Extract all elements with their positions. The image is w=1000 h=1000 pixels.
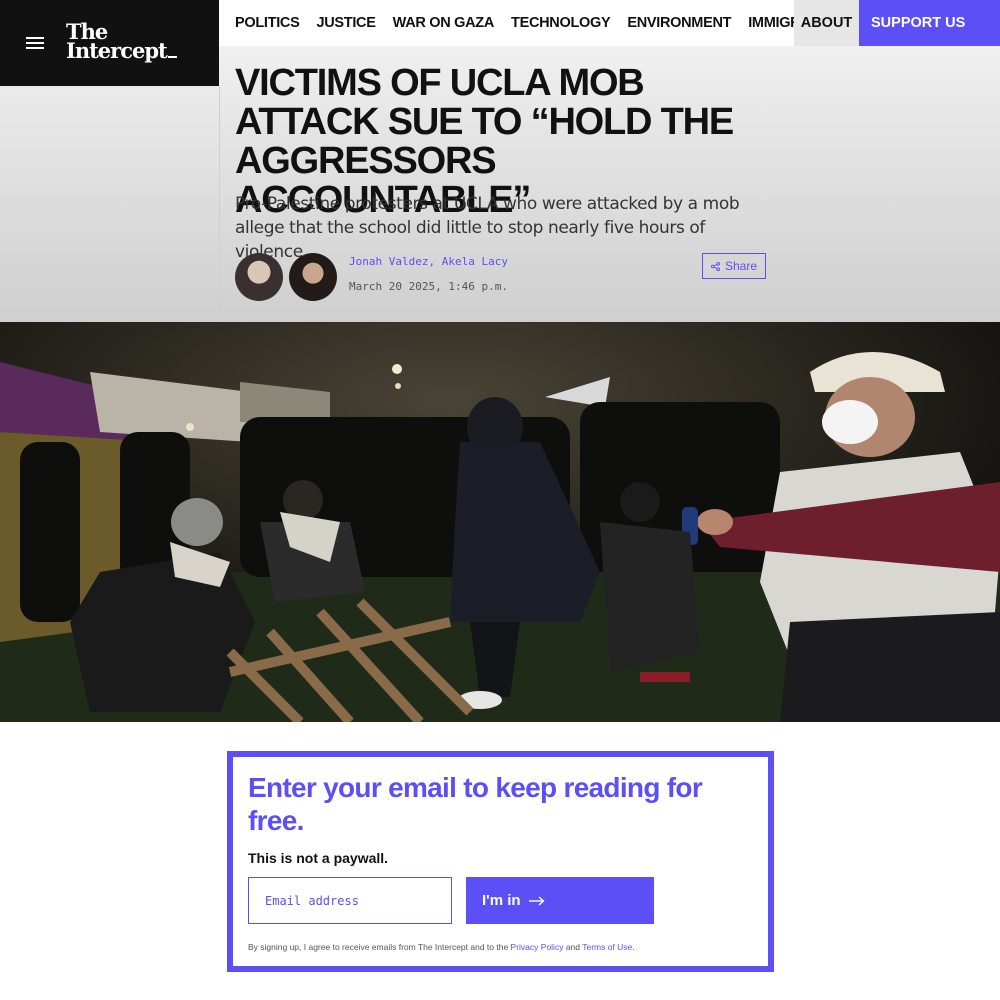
nav-environment[interactable]: ENVIRONMENT: [627, 15, 731, 31]
author-avatar-1[interactable]: [235, 253, 283, 301]
im-in-label: I'm in: [482, 892, 521, 909]
nav-justice[interactable]: JUSTICE: [316, 15, 375, 31]
divider: [219, 86, 220, 322]
lead-photo-image: [0, 322, 1000, 722]
share-label: Share: [724, 259, 758, 273]
legal-prefix: By signing up, I agree to receive emails…: [248, 942, 511, 952]
arrow-right-icon: [528, 895, 545, 906]
nav-technology[interactable]: TECHNOLOGY: [511, 15, 611, 31]
publish-date: March 20 2025, 1:46 p.m.: [349, 280, 508, 293]
nav-politics[interactable]: POLITICS: [235, 15, 300, 31]
logo-line2: Intercept: [66, 38, 168, 63]
legal-suffix: .: [632, 942, 635, 952]
share-button[interactable]: Share: [702, 253, 766, 279]
privacy-policy-link[interactable]: Privacy Policy: [511, 942, 564, 952]
lead-photo: [0, 322, 1000, 722]
im-in-button[interactable]: I'm in: [466, 877, 654, 924]
signup-note: This is not a paywall.: [248, 850, 389, 866]
about-link[interactable]: ABOUT: [794, 0, 859, 46]
author-avatar-2[interactable]: [289, 253, 337, 301]
hamburger-menu-icon[interactable]: [26, 37, 44, 49]
logo-underscore: [167, 56, 177, 58]
email-input[interactable]: [248, 877, 452, 924]
email-signup-box: Enter your email to keep reading for fre…: [227, 751, 774, 972]
share-icon: [710, 261, 720, 271]
author-link-1[interactable]: Jonah Valdez: [349, 255, 428, 268]
legal-and: and: [563, 942, 583, 952]
terms-of-use-link[interactable]: Terms of Use: [582, 942, 632, 952]
nav-war-on-gaza[interactable]: WAR ON GAZA: [393, 15, 495, 31]
support-us-button[interactable]: SUPPORT US: [859, 0, 1000, 46]
site-logo[interactable]: The Intercept: [66, 21, 177, 63]
signup-legal: By signing up, I agree to receive emails…: [248, 942, 635, 952]
author-separator: ,: [428, 255, 442, 268]
main-nav: POLITICS JUSTICE WAR ON GAZA TECHNOLOGY …: [235, 0, 843, 46]
byline: Jonah Valdez, Akela Lacy: [349, 255, 508, 268]
author-link-2[interactable]: Akela Lacy: [442, 255, 508, 268]
signup-title: Enter your email to keep reading for fre…: [248, 772, 703, 836]
logo-block: The Intercept: [0, 0, 219, 86]
